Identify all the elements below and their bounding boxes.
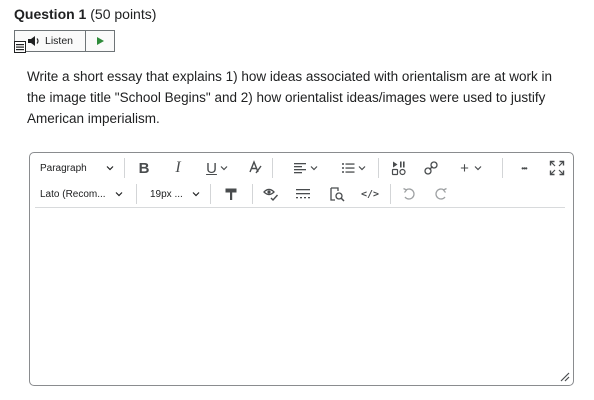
find-replace-button[interactable] (326, 181, 348, 207)
insert-link-button[interactable] (420, 155, 442, 181)
insert-button[interactable]: + (454, 155, 488, 181)
bold-button[interactable]: B (134, 155, 154, 181)
more-options-button[interactable]: ••• (514, 155, 534, 181)
more-icon: ••• (521, 163, 527, 173)
fullscreen-icon (549, 160, 565, 176)
align-left-icon (293, 163, 306, 174)
chevron-down-icon (192, 192, 200, 197)
play-button[interactable] (86, 31, 114, 51)
speaker-icon (27, 36, 39, 46)
format-select[interactable]: Paragraph (40, 155, 118, 181)
text-color-icon (249, 160, 262, 174)
underline-button[interactable]: U (200, 155, 234, 181)
question-points: (50 points) (90, 6, 157, 22)
font-family-value: Lato (Recom... (40, 188, 106, 200)
chevron-down-icon (115, 192, 123, 197)
source-code-button[interactable]: </> (358, 181, 382, 207)
toolbar-bottom-divider (35, 207, 565, 208)
font-size-select[interactable]: 19px ... (150, 181, 202, 207)
font-color-button[interactable] (244, 155, 266, 181)
fullscreen-button[interactable] (546, 155, 568, 181)
chevron-down-icon (474, 166, 482, 171)
chevron-down-icon (358, 166, 365, 171)
listen-toolbar: Listen (14, 30, 115, 52)
paint-roller-icon (225, 188, 237, 200)
undo-icon (403, 187, 415, 200)
format-select-value: Paragraph (40, 162, 87, 174)
format-painter-button[interactable] (220, 181, 242, 207)
toolbar-divider (252, 184, 253, 204)
eye-check-icon (263, 188, 279, 202)
resize-handle-icon[interactable] (558, 370, 570, 382)
underline-label: U (206, 159, 217, 177)
align-button[interactable] (288, 155, 322, 181)
play-icon (97, 37, 104, 45)
list-button[interactable] (336, 155, 370, 181)
toolbar-divider (272, 158, 273, 178)
code-icon: </> (360, 188, 380, 200)
essay-text-area[interactable] (34, 211, 569, 367)
undo-button[interactable] (398, 181, 420, 207)
redo-button[interactable] (430, 181, 452, 207)
listen-label: Listen (44, 35, 74, 47)
link-icon (424, 161, 438, 175)
question-header: Question 1 (50 points) (14, 6, 156, 22)
plus-icon: + (460, 159, 469, 177)
font-size-value: 19px ... (150, 188, 183, 200)
toolbar-divider (390, 184, 391, 204)
font-family-select[interactable]: Lato (Recom... (40, 181, 126, 207)
question-prompt: Write a short essay that explains 1) how… (27, 69, 552, 126)
toolbar-divider (502, 158, 503, 178)
word-count-button[interactable] (292, 181, 314, 207)
toolbar-divider (124, 158, 125, 178)
media-icon (391, 161, 406, 176)
toolbar-divider (210, 184, 211, 204)
essay-editor: Paragraph B I U + ••• Lato (Recom... 19p… (29, 152, 574, 386)
find-replace-icon (330, 187, 345, 202)
accessibility-checker-button[interactable] (260, 181, 282, 207)
insert-media-button[interactable] (388, 155, 410, 181)
italic-label: I (175, 159, 181, 176)
chevron-down-icon (220, 166, 228, 171)
question-number: Question 1 (14, 6, 87, 22)
italic-button[interactable]: I (168, 155, 188, 181)
word-count-icon (296, 189, 310, 199)
toolbar-divider (136, 184, 137, 204)
readspeaker-logo-icon (14, 41, 26, 53)
bold-label: B (138, 159, 150, 177)
redo-icon (435, 187, 447, 200)
chevron-down-icon (310, 166, 317, 171)
bullet-list-icon (341, 163, 354, 173)
chevron-down-icon (106, 166, 114, 171)
toolbar-divider (378, 158, 379, 178)
